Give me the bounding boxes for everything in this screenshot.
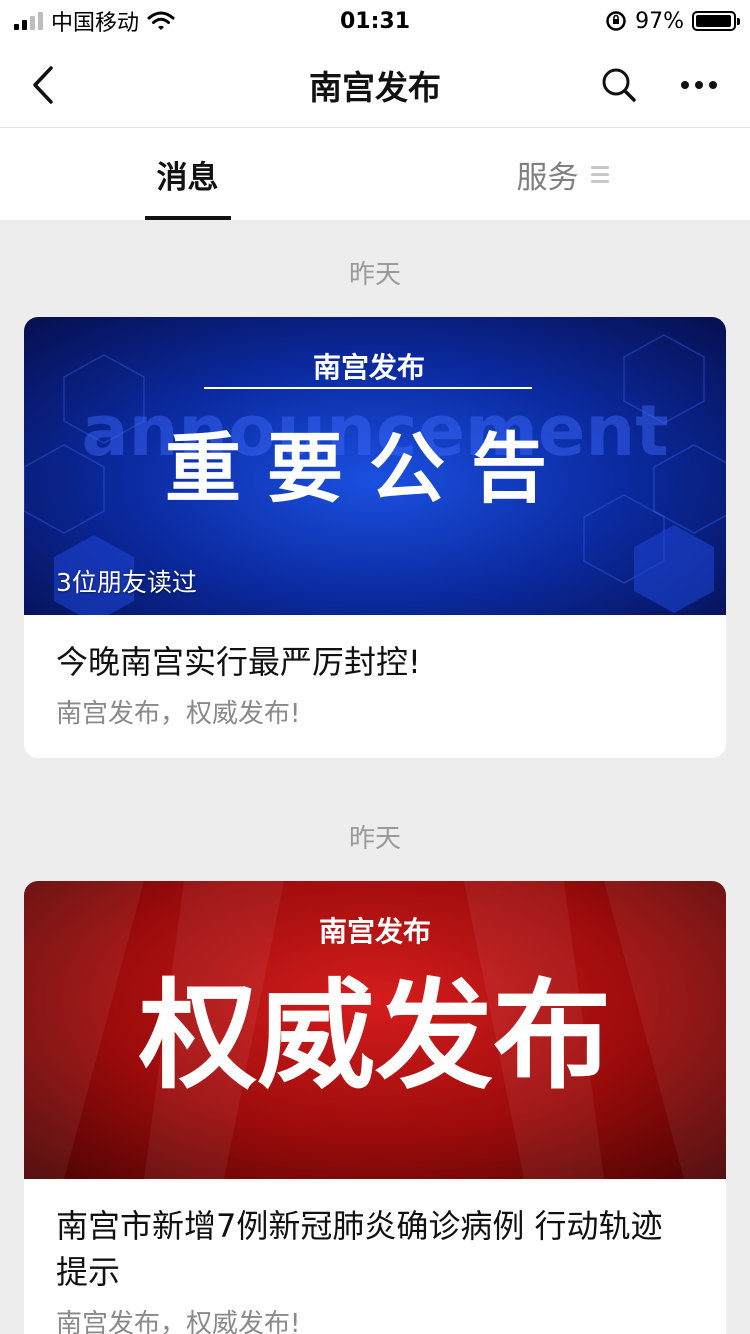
article-card[interactable]: 南宫发布 权威发布 南宫市新增7例新冠肺炎确诊病例 行动轨迹提示 南宫发布，权威…: [24, 881, 726, 1334]
menu-icon: [590, 165, 609, 183]
rotation-lock-icon: [606, 11, 626, 31]
friends-read-count: 3位朋友读过: [56, 568, 197, 597]
article-title[interactable]: 南宫市新增7例新冠肺炎确诊病例 行动轨迹提示: [24, 1179, 726, 1295]
battery-icon: [692, 11, 740, 31]
battery-fill: [696, 15, 731, 27]
article-digest: 南宫发布，权威发布!: [56, 1309, 301, 1334]
back-button[interactable]: [0, 42, 86, 128]
cover-illustration: 南宫发布 权威发布: [24, 881, 726, 1179]
date-separator: 昨天: [348, 260, 401, 290]
cover-headline-text: 重要公告: [165, 424, 573, 513]
tab-bar: 消息 服务: [0, 128, 750, 220]
article-digest: 南宫发布，权威发布!: [56, 699, 301, 729]
signal-icon: [14, 12, 43, 30]
more-icon: [681, 80, 717, 89]
search-button[interactable]: [594, 60, 644, 110]
article-cover-image: 南宫发布 权威发布: [24, 881, 726, 1179]
status-right: 97%: [605, 8, 740, 34]
status-left: 中国移动: [14, 5, 175, 37]
cover-headline-text: 权威发布: [138, 966, 611, 1105]
status-bar: 中国移动 01:31 97%: [0, 0, 750, 42]
tab-messages[interactable]: 消息: [0, 128, 375, 220]
article-title[interactable]: 今晚南宫实行最严厉封控!: [24, 615, 726, 685]
tab-services-label: 服务: [516, 159, 579, 196]
date-separator: 昨天: [348, 824, 401, 854]
more-button[interactable]: [674, 60, 724, 110]
search-icon: [602, 68, 636, 102]
tab-services[interactable]: 服务: [375, 128, 750, 220]
nav-bar: 南宫发布: [0, 42, 750, 128]
tab-messages-label: 消息: [156, 159, 219, 196]
chevron-left-icon: [33, 65, 53, 104]
nav-actions: [594, 60, 750, 110]
message-feed: 昨天 announcement 南宫发布 重要公告 3位朋友读过 今晚南宫实行最…: [0, 220, 750, 1334]
battery-percent: 97%: [635, 8, 684, 34]
wifi-icon: [147, 11, 175, 30]
article-card[interactable]: announcement 南宫发布 重要公告 3位朋友读过 今晚南宫实行最严厉封…: [24, 317, 726, 758]
carrier-label: 中国移动: [51, 11, 140, 36]
cover-brand-text: 南宫发布: [319, 915, 431, 948]
article-cover-image: announcement 南宫发布 重要公告 3位朋友读过: [24, 317, 726, 615]
cover-brand-text: 南宫发布: [313, 351, 425, 384]
